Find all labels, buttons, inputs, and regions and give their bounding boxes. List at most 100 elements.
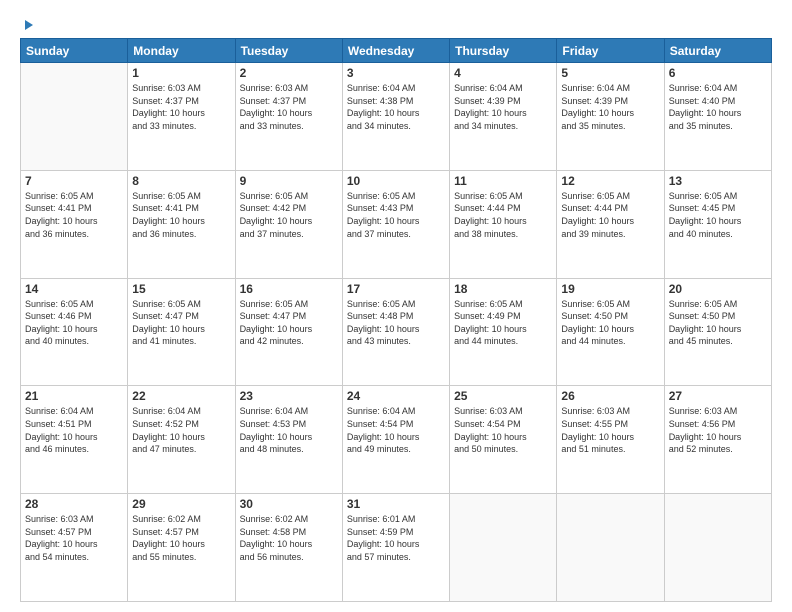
cell-text: and 40 minutes. bbox=[25, 335, 123, 348]
calendar-cell: 28Sunrise: 6:03 AMSunset: 4:57 PMDayligh… bbox=[21, 494, 128, 602]
calendar-cell: 6Sunrise: 6:04 AMSunset: 4:40 PMDaylight… bbox=[664, 63, 771, 171]
day-number: 17 bbox=[347, 282, 445, 296]
calendar-cell: 31Sunrise: 6:01 AMSunset: 4:59 PMDayligh… bbox=[342, 494, 449, 602]
cell-text: Daylight: 10 hours bbox=[132, 323, 230, 336]
cell-text: Daylight: 10 hours bbox=[561, 215, 659, 228]
cell-text: and 45 minutes. bbox=[669, 335, 767, 348]
calendar-cell: 19Sunrise: 6:05 AMSunset: 4:50 PMDayligh… bbox=[557, 278, 664, 386]
cell-text: Daylight: 10 hours bbox=[240, 538, 338, 551]
calendar-week-row: 21Sunrise: 6:04 AMSunset: 4:51 PMDayligh… bbox=[21, 386, 772, 494]
cell-text: Daylight: 10 hours bbox=[132, 215, 230, 228]
cell-text: Sunrise: 6:03 AM bbox=[25, 513, 123, 526]
calendar-cell: 21Sunrise: 6:04 AMSunset: 4:51 PMDayligh… bbox=[21, 386, 128, 494]
calendar-header-monday: Monday bbox=[128, 39, 235, 63]
calendar-cell: 30Sunrise: 6:02 AMSunset: 4:58 PMDayligh… bbox=[235, 494, 342, 602]
cell-text: and 48 minutes. bbox=[240, 443, 338, 456]
cell-text: Sunset: 4:52 PM bbox=[132, 418, 230, 431]
cell-text: Sunset: 4:42 PM bbox=[240, 202, 338, 215]
day-number: 10 bbox=[347, 174, 445, 188]
cell-text: Daylight: 10 hours bbox=[347, 215, 445, 228]
cell-text: Sunrise: 6:02 AM bbox=[240, 513, 338, 526]
day-number: 23 bbox=[240, 389, 338, 403]
cell-text: Sunrise: 6:05 AM bbox=[454, 298, 552, 311]
cell-text: and 42 minutes. bbox=[240, 335, 338, 348]
calendar-cell: 11Sunrise: 6:05 AMSunset: 4:44 PMDayligh… bbox=[450, 170, 557, 278]
cell-text: Sunrise: 6:04 AM bbox=[25, 405, 123, 418]
cell-text: Sunrise: 6:05 AM bbox=[561, 190, 659, 203]
calendar-cell bbox=[557, 494, 664, 602]
cell-text: Sunset: 4:54 PM bbox=[454, 418, 552, 431]
day-number: 21 bbox=[25, 389, 123, 403]
day-number: 25 bbox=[454, 389, 552, 403]
calendar-cell: 16Sunrise: 6:05 AMSunset: 4:47 PMDayligh… bbox=[235, 278, 342, 386]
cell-text: Daylight: 10 hours bbox=[347, 431, 445, 444]
cell-text: and 47 minutes. bbox=[132, 443, 230, 456]
cell-text: Sunset: 4:50 PM bbox=[561, 310, 659, 323]
cell-text: Sunset: 4:37 PM bbox=[240, 95, 338, 108]
cell-text: Sunset: 4:59 PM bbox=[347, 526, 445, 539]
day-number: 26 bbox=[561, 389, 659, 403]
calendar-cell: 12Sunrise: 6:05 AMSunset: 4:44 PMDayligh… bbox=[557, 170, 664, 278]
day-number: 8 bbox=[132, 174, 230, 188]
cell-text: Daylight: 10 hours bbox=[669, 215, 767, 228]
cell-text: Sunrise: 6:02 AM bbox=[132, 513, 230, 526]
cell-text: Sunrise: 6:03 AM bbox=[132, 82, 230, 95]
day-number: 1 bbox=[132, 66, 230, 80]
cell-text: Sunrise: 6:01 AM bbox=[347, 513, 445, 526]
cell-text: Daylight: 10 hours bbox=[561, 107, 659, 120]
calendar-cell: 3Sunrise: 6:04 AMSunset: 4:38 PMDaylight… bbox=[342, 63, 449, 171]
cell-text: Sunset: 4:56 PM bbox=[669, 418, 767, 431]
cell-text: Sunrise: 6:05 AM bbox=[561, 298, 659, 311]
cell-text: and 34 minutes. bbox=[454, 120, 552, 133]
calendar-week-row: 28Sunrise: 6:03 AMSunset: 4:57 PMDayligh… bbox=[21, 494, 772, 602]
cell-text: Sunset: 4:44 PM bbox=[454, 202, 552, 215]
calendar-cell: 10Sunrise: 6:05 AMSunset: 4:43 PMDayligh… bbox=[342, 170, 449, 278]
logo-icon bbox=[22, 18, 36, 32]
cell-text: and 35 minutes. bbox=[561, 120, 659, 133]
cell-text: Sunrise: 6:03 AM bbox=[240, 82, 338, 95]
cell-text: and 33 minutes. bbox=[240, 120, 338, 133]
cell-text: and 55 minutes. bbox=[132, 551, 230, 564]
cell-text: Sunrise: 6:05 AM bbox=[347, 190, 445, 203]
calendar-table: SundayMondayTuesdayWednesdayThursdayFrid… bbox=[20, 38, 772, 602]
cell-text: Sunrise: 6:04 AM bbox=[132, 405, 230, 418]
cell-text: Sunset: 4:46 PM bbox=[25, 310, 123, 323]
cell-text: Sunset: 4:39 PM bbox=[561, 95, 659, 108]
cell-text: Daylight: 10 hours bbox=[454, 107, 552, 120]
cell-text: and 51 minutes. bbox=[561, 443, 659, 456]
cell-text: Sunset: 4:44 PM bbox=[561, 202, 659, 215]
cell-text: Daylight: 10 hours bbox=[240, 431, 338, 444]
cell-text: Daylight: 10 hours bbox=[347, 538, 445, 551]
logo bbox=[20, 18, 36, 30]
day-number: 3 bbox=[347, 66, 445, 80]
calendar-week-row: 7Sunrise: 6:05 AMSunset: 4:41 PMDaylight… bbox=[21, 170, 772, 278]
cell-text: Sunrise: 6:04 AM bbox=[240, 405, 338, 418]
cell-text: Sunrise: 6:04 AM bbox=[347, 82, 445, 95]
calendar-week-row: 1Sunrise: 6:03 AMSunset: 4:37 PMDaylight… bbox=[21, 63, 772, 171]
calendar-cell: 1Sunrise: 6:03 AMSunset: 4:37 PMDaylight… bbox=[128, 63, 235, 171]
day-number: 24 bbox=[347, 389, 445, 403]
cell-text: Sunset: 4:57 PM bbox=[25, 526, 123, 539]
calendar-cell: 25Sunrise: 6:03 AMSunset: 4:54 PMDayligh… bbox=[450, 386, 557, 494]
day-number: 14 bbox=[25, 282, 123, 296]
cell-text: and 38 minutes. bbox=[454, 228, 552, 241]
cell-text: Sunrise: 6:05 AM bbox=[132, 298, 230, 311]
cell-text: and 34 minutes. bbox=[347, 120, 445, 133]
calendar-cell: 17Sunrise: 6:05 AMSunset: 4:48 PMDayligh… bbox=[342, 278, 449, 386]
calendar-cell bbox=[21, 63, 128, 171]
calendar-header-friday: Friday bbox=[557, 39, 664, 63]
cell-text: Daylight: 10 hours bbox=[240, 107, 338, 120]
cell-text: Daylight: 10 hours bbox=[25, 323, 123, 336]
cell-text: Sunrise: 6:04 AM bbox=[347, 405, 445, 418]
cell-text: Sunrise: 6:05 AM bbox=[240, 190, 338, 203]
cell-text: Sunset: 4:54 PM bbox=[347, 418, 445, 431]
cell-text: and 52 minutes. bbox=[669, 443, 767, 456]
calendar-cell: 20Sunrise: 6:05 AMSunset: 4:50 PMDayligh… bbox=[664, 278, 771, 386]
day-number: 5 bbox=[561, 66, 659, 80]
cell-text: Sunrise: 6:03 AM bbox=[669, 405, 767, 418]
day-number: 20 bbox=[669, 282, 767, 296]
cell-text: and 37 minutes. bbox=[347, 228, 445, 241]
cell-text: and 54 minutes. bbox=[25, 551, 123, 564]
cell-text: and 35 minutes. bbox=[669, 120, 767, 133]
cell-text: Sunrise: 6:05 AM bbox=[347, 298, 445, 311]
